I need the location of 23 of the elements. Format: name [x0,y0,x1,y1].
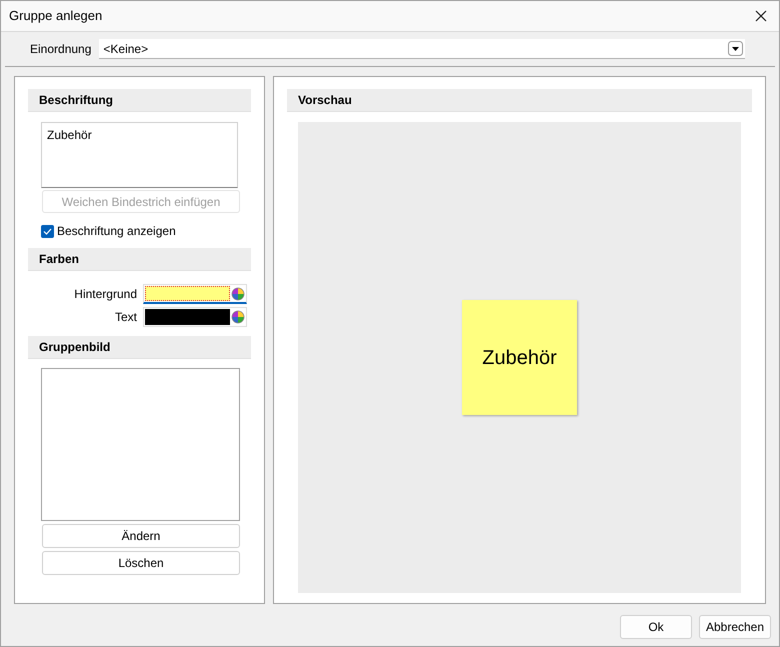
image-button[interactable]: Ändern [42,524,240,548]
section-header: Beschriftung [28,89,251,112]
color-wheel-icon[interactable] [231,310,245,324]
category-dropdown[interactable]: <Keine> [99,39,745,59]
section-header: Farben [28,248,251,271]
dropdown-value: <Keine> [103,40,148,58]
group-tile: Zubehör [462,300,577,415]
section-header: Vorschau [287,89,752,112]
checkbox[interactable] [41,224,54,238]
checkbox-label: Beschriftung anzeigen [57,223,176,240]
image-button[interactable]: Löschen [42,551,240,575]
field-label: Text [114,309,138,326]
close-icon[interactable] [755,10,767,22]
section-header: Gruppenbild [28,336,251,359]
window-title: Gruppe anlegen [9,7,102,26]
caption-text-area[interactable]: Zubehör [41,122,238,188]
dialog-button[interactable]: Ok [620,615,692,639]
color-picker[interactable] [143,284,247,304]
color-wheel-icon[interactable] [231,286,245,300]
field-label: Hintergrund [73,286,138,303]
dialog-button[interactable]: Abbrechen [699,615,771,639]
color-picker[interactable] [143,307,247,327]
field-label: Einordnung [30,41,92,58]
